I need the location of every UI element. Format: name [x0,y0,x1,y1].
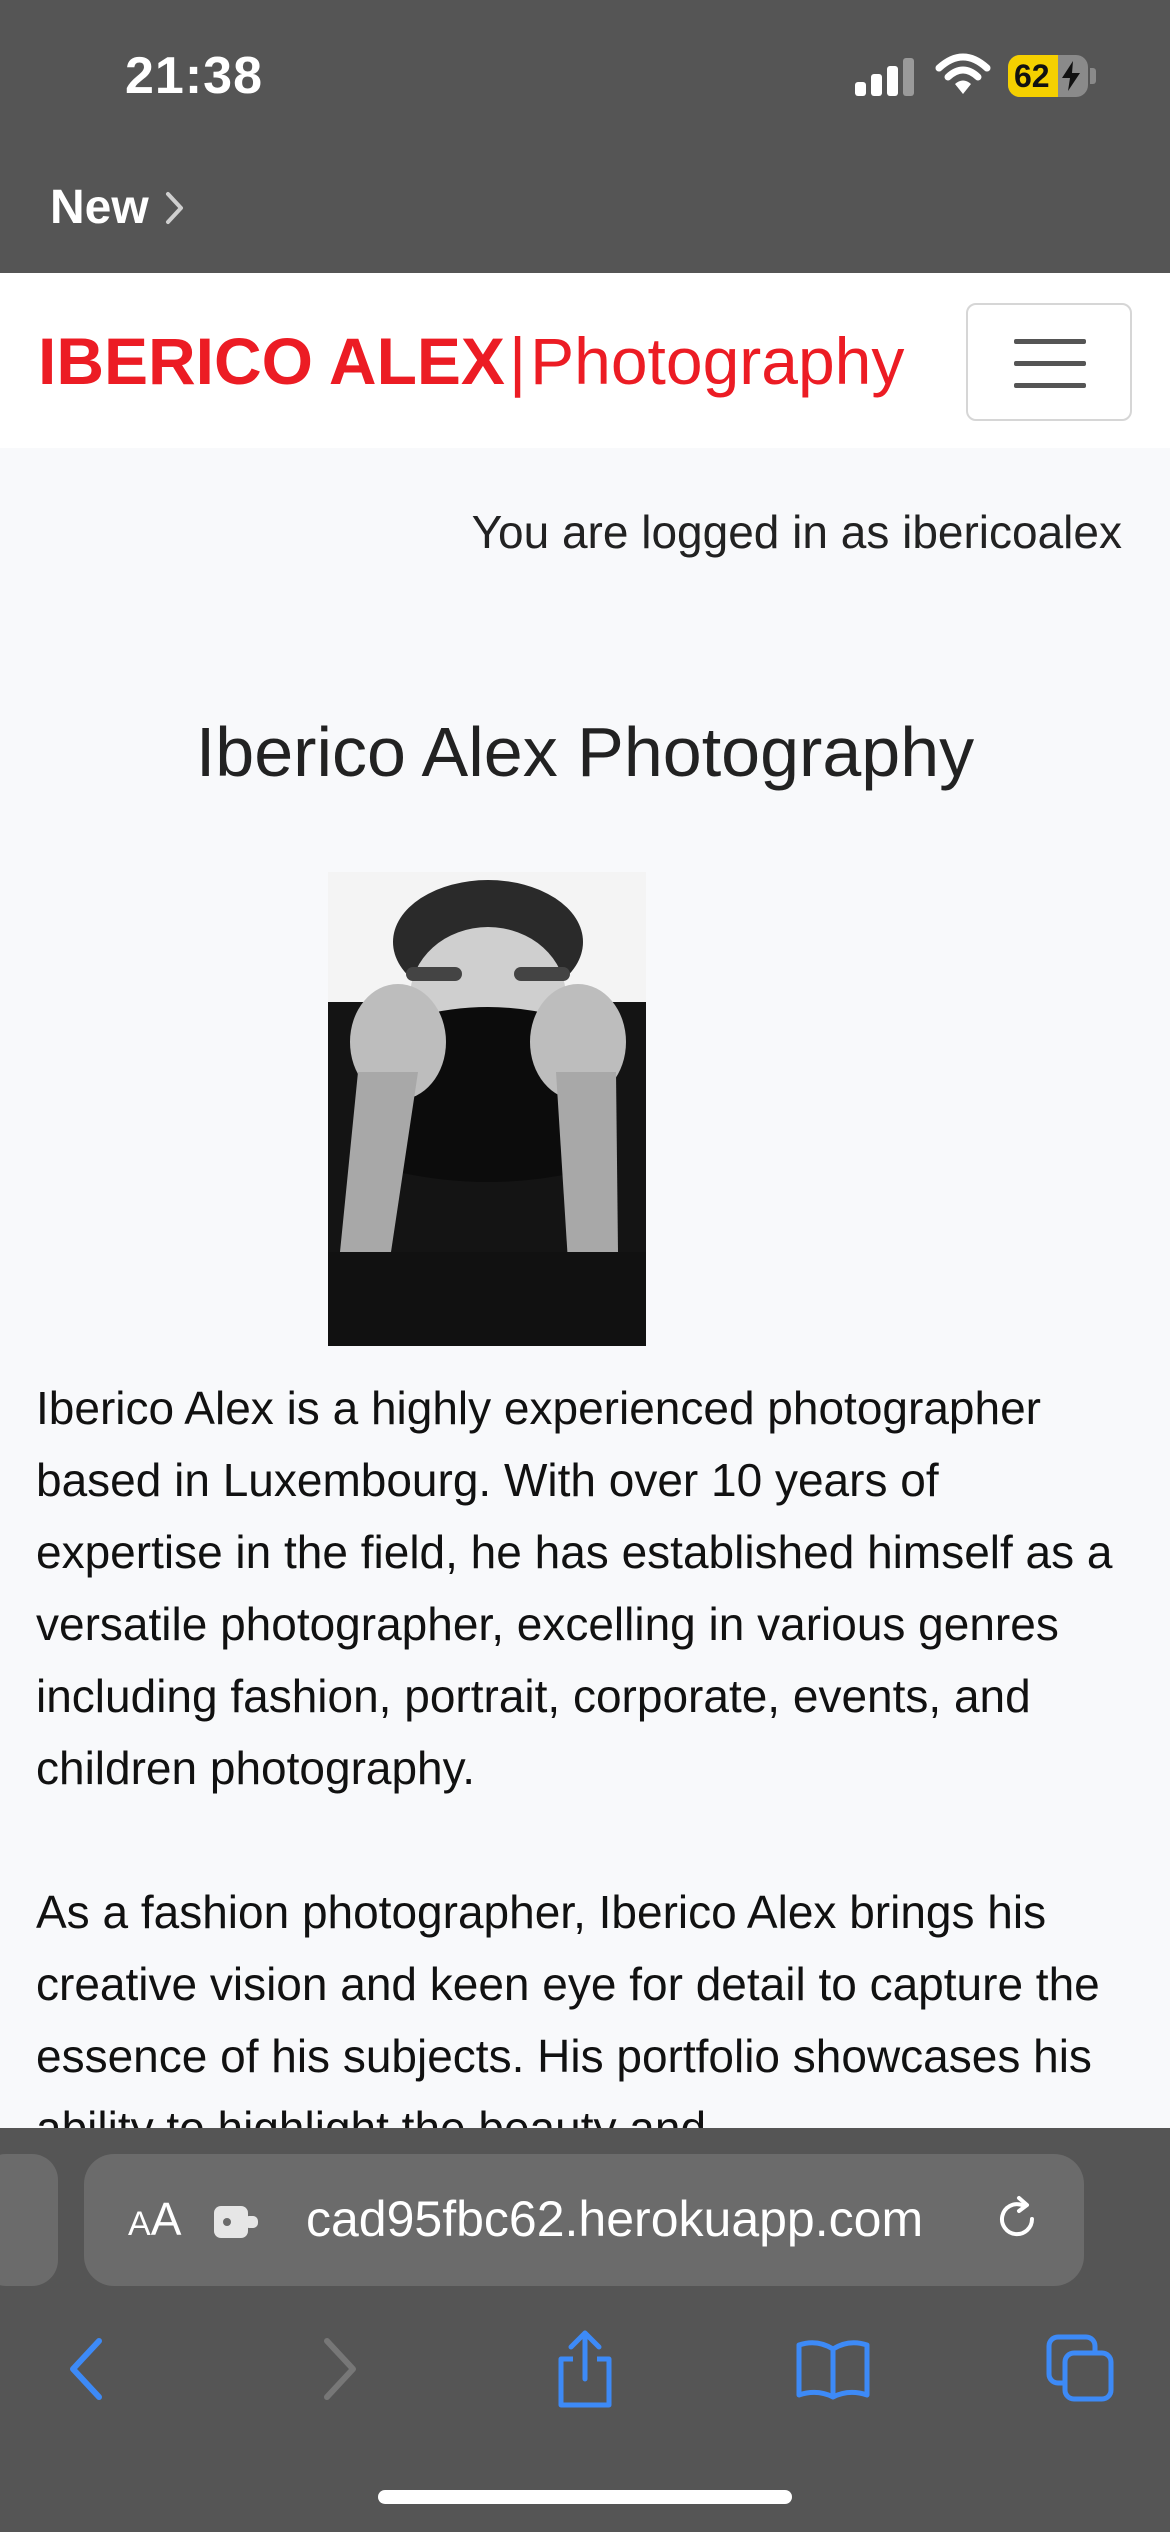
bio-paragraph: As a fashion photographer, Iberico Alex … [36,1886,1100,2154]
url-text: cad95fbc62.herokuapp.com [306,2191,924,2247]
signal-icon [855,56,915,96]
forward-button[interactable] [294,2324,384,2414]
hamburger-line [1014,361,1086,366]
wifi-icon [935,53,991,94]
back-icon [70,2338,102,2400]
extension-icon[interactable] [214,2202,262,2242]
bio-text: Iberico Alex is a highly experienced pho… [36,1372,1136,2236]
reload-icon[interactable] [992,2194,1042,2244]
back-app-label: New [50,181,149,234]
hamburger-menu-icon [1014,339,1086,344]
previous-tab-peek[interactable] [0,2154,58,2286]
battery-nub [1090,68,1096,84]
forward-icon [324,2338,356,2400]
site-navbar: IBERICO ALEX|Photography [0,273,1170,448]
hamburger-line [1014,383,1086,388]
hamburger-menu-button[interactable] [966,303,1132,421]
login-status: You are logged in as ibericoalex [471,506,1122,558]
bio-paragraph: Iberico Alex is a highly experienced pho… [36,1382,1113,1794]
tabs-icon [1046,2334,1114,2402]
brand-subtitle: Photography [530,324,905,398]
back-button[interactable] [42,2324,132,2414]
brand-name: IBERICO ALEX [38,324,505,398]
home-indicator[interactable] [378,2490,792,2504]
profile-photo [328,872,646,1346]
back-to-app-link[interactable]: New [50,180,185,235]
battery-level: 62 [1014,58,1050,94]
bookmarks-button[interactable] [788,2324,878,2414]
share-button[interactable] [540,2324,630,2414]
share-icon [558,2330,612,2408]
tabs-button[interactable] [1036,2324,1126,2414]
chevron-right-icon [165,191,183,224]
page-title: Iberico Alex Photography [195,713,975,791]
status-time: 21:38 [125,47,263,105]
bookmarks-icon [796,2340,870,2400]
brand-logo-link[interactable]: IBERICO ALEX|Photography [38,323,904,399]
text-size-button[interactable]: AA [128,2192,181,2246]
browser-nav-icons [0,2324,1170,2424]
address-bar[interactable]: AA cad95fbc62.herokuapp.com [84,2154,1084,2286]
brand-separator: | [508,324,527,398]
status-and-nav-area: 21:38 62 New [0,0,1170,273]
battery-charging-icon: 62 [1008,55,1088,97]
browser-toolbar: AA cad95fbc62.herokuapp.com [0,2128,1170,2532]
